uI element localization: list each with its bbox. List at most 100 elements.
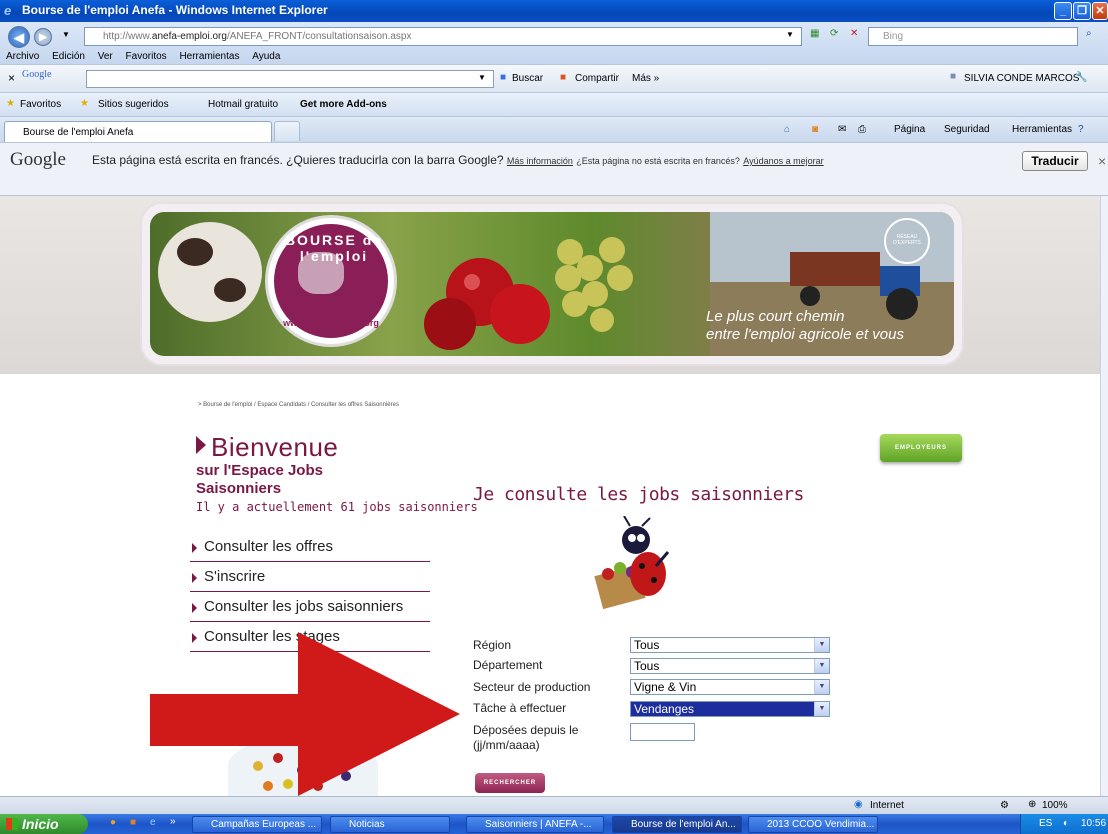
url-input[interactable]: http://www.anefa-emploi.org/ANEFA_FRONT/… — [84, 27, 802, 46]
start-button[interactable]: Inicio — [0, 814, 88, 834]
compat-view-icon[interactable]: ▦ — [810, 28, 819, 39]
chevron-down-icon: ▼ — [814, 680, 829, 694]
home-icon[interactable]: ⌂ — [784, 124, 790, 135]
google-search-dropdown-icon[interactable]: ▼ — [478, 73, 486, 82]
history-dropdown-icon[interactable]: ▼ — [62, 30, 70, 39]
employeurs-button[interactable]: EMPLOYEURS — [880, 434, 962, 462]
print-icon[interactable]: ⎙ — [858, 124, 866, 135]
language-indicator[interactable]: ES — [1039, 814, 1052, 834]
welcome-subtitle-1: sur l'Espace Jobs — [196, 462, 323, 479]
menu-favoritos[interactable]: Favoritos — [126, 51, 167, 62]
ie-quicklaunch-icon[interactable]: e — [150, 817, 156, 828]
help-icon[interactable]: ? — [1078, 124, 1084, 135]
menu-ver[interactable]: Ver — [98, 51, 113, 62]
mail-icon[interactable]: ✉ — [838, 124, 846, 135]
not-french-text: ¿Esta página no está escrita en francés? — [576, 156, 740, 166]
favorites-bar: ★ Favoritos ★ Sitios sugeridos Hotmail g… — [0, 92, 1108, 116]
taskbar-item-ccoo[interactable]: 2013 CCOO Vendimia... — [748, 816, 878, 833]
taskbar-item-campanas[interactable]: Campañas Europeas ... — [192, 816, 322, 833]
quicklaunch-more-icon[interactable]: » — [170, 816, 176, 827]
tab-row: Bourse de l'emploi Anefa ⌂ ◙ ✉ ⎙ Página … — [0, 116, 1108, 143]
menu-herramientas[interactable]: Herramientas — [179, 51, 239, 62]
page-heading: Je consulte les jobs saisonniers — [473, 484, 804, 505]
secteur-select[interactable]: Vigne & Vin ▼ — [630, 679, 830, 695]
more-info-link[interactable]: Más información — [507, 156, 573, 166]
mas-button[interactable]: Más » — [632, 73, 659, 84]
vertical-scrollbar[interactable] — [1100, 196, 1108, 796]
chevron-down-icon: ▼ — [814, 638, 829, 652]
banner-wrapper: BOURSE de l'emploi www.anefa-emploi.org … — [0, 196, 1100, 374]
translate-button[interactable]: Traducir — [1022, 151, 1088, 171]
zone-label: Internet — [870, 800, 904, 811]
pagina-menu[interactable]: Página — [894, 124, 925, 135]
slogan-line-2: entre l'emploi agricole et vous — [706, 326, 904, 343]
stop-icon[interactable]: ✕ — [850, 28, 858, 39]
departement-label: Département — [473, 658, 543, 672]
new-tab-button[interactable] — [274, 121, 300, 141]
buscar-button[interactable]: Buscar — [512, 73, 543, 84]
compartir-button[interactable]: Compartir — [575, 73, 619, 84]
refresh-icon[interactable]: ⟳ — [830, 28, 838, 39]
menu-archivo[interactable]: Archivo — [6, 51, 39, 62]
menu-consulter-offres[interactable]: Consulter les offres — [190, 538, 430, 562]
back-button[interactable]: ◀ — [8, 26, 30, 48]
translate-bar: Google Esta página está escrita en franc… — [0, 142, 1108, 196]
zoom-level[interactable]: 100% — [1042, 800, 1068, 811]
maximize-button[interactable]: ❐ — [1073, 2, 1091, 20]
forward-button[interactable]: ▶ — [34, 28, 52, 46]
red-arrow-annotation — [150, 632, 460, 796]
region-select[interactable]: Tous ▼ — [630, 637, 830, 653]
chevron-down-icon: ▼ — [814, 659, 829, 673]
windows-logo-icon — [6, 818, 18, 830]
rechercher-button[interactable]: RECHERCHER — [475, 773, 545, 793]
herramientas-menu[interactable]: Herramientas — [1012, 124, 1072, 135]
taskbar-item-noticias[interactable]: Noticias — [330, 816, 450, 833]
user-name[interactable]: SILVIA CONDE MARCOS — [964, 73, 1079, 84]
tache-label: Tâche à effectuer — [473, 701, 567, 715]
office-quicklaunch-icon[interactable]: ■ — [130, 817, 136, 828]
google-search-input[interactable] — [86, 70, 494, 88]
page-content: BOURSE de l'emploi www.anefa-emploi.org … — [0, 196, 1100, 796]
favorites-item-addons[interactable]: Get more Add-ons — [300, 99, 387, 110]
menu-sinscrire[interactable]: S'inscrire — [190, 568, 430, 592]
chrome-quicklaunch-icon[interactable]: ● — [110, 817, 116, 828]
feeds-icon[interactable]: ◙ — [812, 124, 818, 135]
menu-arrow-icon — [192, 603, 197, 613]
menu-ayuda[interactable]: Ayuda — [252, 51, 280, 62]
secteur-label: Secteur de production — [473, 680, 591, 694]
protected-mode-icon[interactable]: ⚙ — [1000, 800, 1009, 811]
minimize-button[interactable]: _ — [1054, 2, 1072, 20]
add-favorite-icon[interactable]: ★ — [80, 98, 89, 109]
clock[interactable]: 10:56 — [1081, 814, 1106, 834]
date-label-2: (jj/mm/aaaa) — [473, 738, 540, 752]
close-toolbar-icon[interactable]: × — [8, 71, 15, 85]
jobs-count: Il y a actuellement 61 jobs saisonniers — [196, 500, 478, 514]
help-improve-link[interactable]: Ayúdanos a mejorar — [743, 156, 823, 166]
bing-placeholder: Bing — [883, 31, 904, 42]
search-icon[interactable]: ⌕ — [1086, 28, 1092, 39]
close-button[interactable]: ✕ — [1092, 2, 1108, 20]
departement-select[interactable]: Tous ▼ — [630, 658, 830, 674]
welcome-subtitle-2: Saisonniers — [196, 480, 282, 497]
tache-select[interactable]: Vendanges ▼ — [630, 701, 830, 717]
network-icon[interactable]: ◐ — [1063, 814, 1069, 834]
wrench-icon[interactable]: 🔧 — [1075, 72, 1087, 83]
tab-bourse[interactable]: Bourse de l'emploi Anefa — [4, 121, 272, 143]
favorites-item-hotmail[interactable]: Hotmail gratuito — [208, 99, 278, 110]
close-translate-icon[interactable]: × — [1098, 153, 1106, 169]
date-input[interactable] — [630, 723, 695, 741]
url-dropdown-icon[interactable]: ▼ — [786, 30, 794, 39]
google-toolbar: × Google ▼ ■ Buscar ■ Compartir Más » ■ … — [0, 64, 1108, 92]
favorites-item-sugeridos[interactable]: Sitios sugeridos — [98, 99, 169, 110]
address-bar: ◀ ▶ ▼ http://www.anefa-emploi.org/ANEFA_… — [0, 22, 1108, 64]
taskbar: Inicio ● ■ e » Campañas Europeas ... Not… — [0, 814, 1108, 834]
compartir-icon: ■ — [560, 72, 567, 83]
taskbar-item-saisonniers[interactable]: Saisonniers | ANEFA -... — [466, 816, 604, 833]
seguridad-menu[interactable]: Seguridad — [944, 124, 990, 135]
menu-consulter-jobs[interactable]: Consulter les jobs saisonniers — [190, 598, 430, 622]
favorites-button[interactable]: Favoritos — [20, 99, 61, 110]
banner-image: BOURSE de l'emploi www.anefa-emploi.org … — [150, 212, 954, 356]
taskbar-item-bourse[interactable]: Bourse de l'emploi An... — [612, 816, 742, 833]
menu-edicion[interactable]: Edición — [52, 51, 85, 62]
bing-search-input[interactable]: Bing — [868, 27, 1078, 46]
